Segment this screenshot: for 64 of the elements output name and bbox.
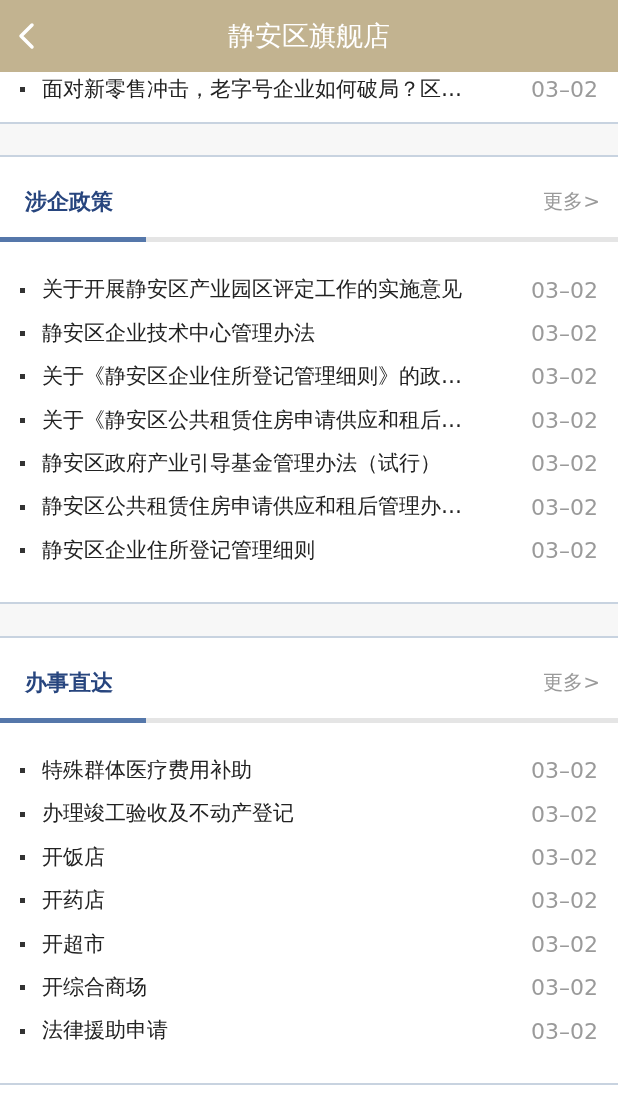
item-date: 03–02 (531, 493, 598, 522)
bullet-icon (20, 941, 25, 947)
item-date: 03–02 (531, 800, 598, 829)
item-title: 开饭店 (42, 843, 106, 871)
list-item[interactable]: 面对新零售冲击，老字号企业如何破局？区… 03–02 (0, 68, 618, 112)
bullet-icon (20, 417, 25, 423)
bullet-icon (20, 768, 25, 774)
list-item[interactable]: 开药店 03–02 (0, 879, 618, 923)
item-title: 静安区企业住所登记管理细则 (42, 536, 316, 564)
item-title: 开超市 (42, 930, 106, 958)
bullet-icon (20, 330, 25, 336)
item-date: 03–02 (531, 1017, 598, 1046)
bullet-icon (20, 1028, 25, 1034)
item-title: 开综合商场 (42, 974, 148, 1001)
item-title: 办理竣工验收及不动产登记 (42, 800, 295, 828)
bullet-icon (20, 87, 25, 93)
item-title: 关于开展静安区产业园区评定工作的实施意见 (42, 276, 463, 304)
list-item[interactable]: 特殊群体医疗费用补助 03–02 (0, 749, 618, 793)
item-title: 关于《静安区企业住所登记管理细则》的政… (42, 363, 463, 391)
bullet-icon (20, 985, 25, 991)
section-title: 办事直达 (25, 668, 113, 697)
list-item[interactable]: 法律援助申请 03–02 (0, 1009, 618, 1053)
bullet-icon (20, 504, 25, 510)
item-date: 03–02 (531, 887, 598, 916)
item-date: 03–02 (531, 406, 598, 435)
list-item[interactable]: 开综合商场 03–02 (0, 966, 618, 1010)
item-title: 关于《静安区公共租赁住房申请供应和租后… (42, 406, 463, 434)
item-date: 03–02 (531, 844, 598, 873)
bullet-icon (20, 287, 25, 293)
item-date: 03–02 (531, 363, 598, 392)
item-date: 03–02 (531, 319, 598, 348)
bullet-icon (20, 855, 25, 861)
item-date: 03–02 (531, 276, 598, 305)
item-date: 03–02 (531, 930, 598, 959)
list-item[interactable]: 关于开展静安区产业园区评定工作的实施意见 03–02 (0, 268, 618, 312)
item-date: 03–02 (531, 974, 598, 1003)
bullet-icon (20, 374, 25, 380)
item-title: 静安区企业技术中心管理办法 (42, 319, 316, 347)
item-date: 03–02 (531, 757, 598, 786)
list-item[interactable]: 静安区公共租赁住房申请供应和租后管理办… 03–02 (0, 485, 618, 529)
item-title: 静安区政府产业引导基金管理办法（试行） (42, 449, 442, 477)
list-item[interactable]: 静安区政府产业引导基金管理办法（试行） 03–02 (0, 441, 618, 486)
bullet-icon (20, 547, 25, 553)
item-date: 03–02 (531, 76, 598, 105)
item-title: 面对新零售冲击，老字号企业如何破局？区… (42, 75, 463, 103)
list-item[interactable]: 开饭店 03–02 (0, 835, 618, 880)
item-title: 特殊群体医疗费用补助 (42, 757, 253, 785)
list-item[interactable]: 静安区企业住所登记管理细则 03–02 (0, 528, 618, 573)
item-date: 03–02 (531, 450, 598, 479)
list-item[interactable]: 静安区企业技术中心管理办法 03–02 (0, 311, 618, 356)
item-title: 静安区公共租赁住房申请供应和租后管理办… (42, 493, 463, 521)
item-title: 开药店 (42, 887, 106, 915)
back-icon[interactable] (16, 22, 36, 50)
list-item[interactable]: 关于《静安区公共租赁住房申请供应和租后… 03–02 (0, 398, 618, 442)
item-title: 法律援助申请 (42, 1017, 169, 1045)
list-item[interactable]: 办理竣工验收及不动产登记 03–02 (0, 792, 618, 836)
list-item[interactable]: 关于《静安区企业住所登记管理细则》的政… 03–02 (0, 355, 618, 399)
bullet-icon (20, 898, 25, 904)
page-title: 静安区旗舰店 (228, 18, 390, 53)
list-item[interactable]: 开超市 03–02 (0, 922, 618, 967)
bullet-icon (20, 811, 25, 817)
item-date: 03–02 (531, 536, 598, 565)
bullet-icon (20, 461, 25, 467)
section-title: 涉企政策 (25, 187, 113, 216)
